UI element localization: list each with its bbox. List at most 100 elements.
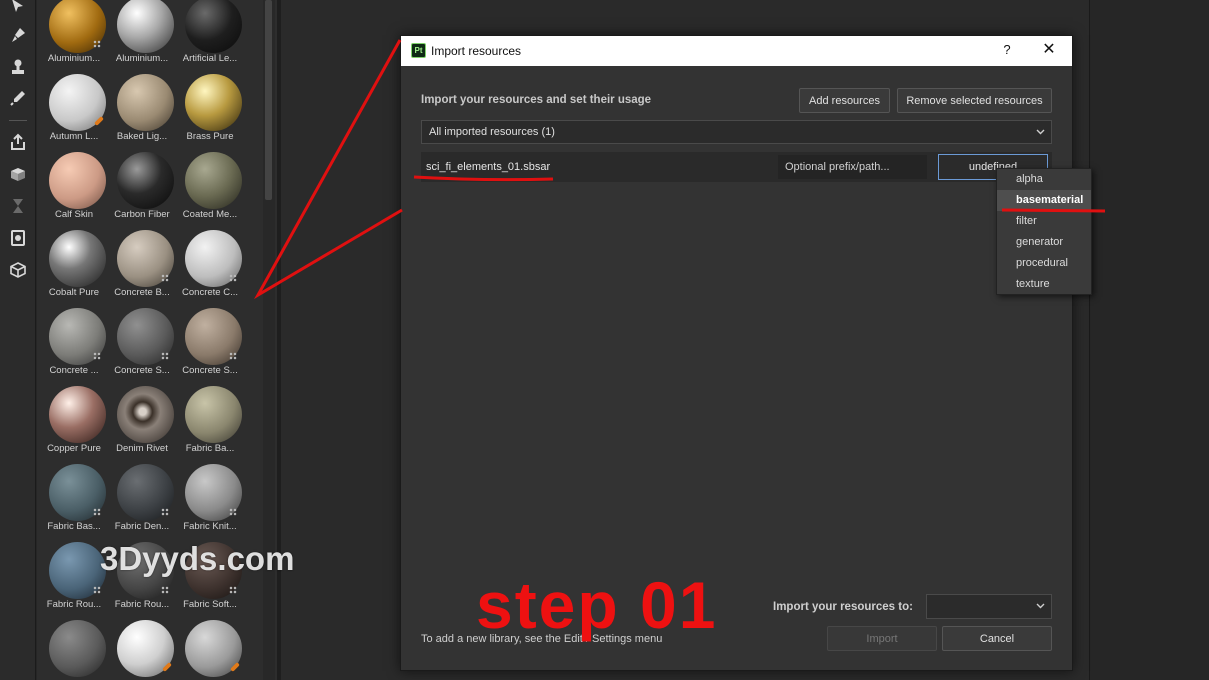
material-label: Baked Lig... bbox=[116, 131, 168, 142]
bake-icon[interactable] bbox=[6, 226, 30, 250]
material-thumbnail bbox=[49, 152, 106, 209]
material-tile[interactable] bbox=[109, 620, 175, 680]
material-tile[interactable] bbox=[177, 620, 243, 680]
substance-badge-icon bbox=[161, 274, 169, 282]
resource-list-area bbox=[421, 182, 1052, 572]
material-tile[interactable]: Copper Pure bbox=[41, 386, 107, 464]
material-label: Concrete C... bbox=[182, 287, 238, 298]
material-tile[interactable]: Aluminium... bbox=[109, 0, 175, 74]
usage-option-texture[interactable]: texture bbox=[997, 274, 1091, 295]
material-thumbnail bbox=[49, 230, 106, 287]
material-tile[interactable]: Fabric Ba... bbox=[177, 386, 243, 464]
resource-row[interactable]: sci_fi_elements_01.sbsar Optional prefix… bbox=[421, 152, 1052, 182]
material-shelf: Aluminium... Aluminium... Artificial Le...… bbox=[37, 0, 277, 680]
material-thumbnail bbox=[117, 74, 174, 131]
import-destination-label: Import your resources to: bbox=[773, 601, 913, 613]
import-button[interactable]: Import bbox=[827, 626, 937, 651]
add-resources-button[interactable]: Add resources bbox=[799, 88, 890, 113]
resource-name: sci_fi_elements_01.sbsar bbox=[426, 161, 551, 173]
resource-filter-select[interactable]: All imported resources (1) bbox=[421, 120, 1052, 144]
cancel-button[interactable]: Cancel bbox=[942, 626, 1052, 651]
material-label: Fabric Rou... bbox=[46, 599, 102, 610]
material-tile[interactable]: Concrete C... bbox=[177, 230, 243, 308]
usage-option-alpha[interactable]: alpha bbox=[997, 169, 1091, 190]
material-label: Copper Pure bbox=[47, 443, 101, 454]
material-tile[interactable]: Concrete B... bbox=[109, 230, 175, 308]
material-label: Cobalt Pure bbox=[48, 287, 100, 298]
material-tile[interactable]: Coated Me... bbox=[177, 152, 243, 230]
material-tile[interactable] bbox=[41, 620, 107, 680]
material-thumbnail bbox=[185, 152, 242, 209]
material-tile[interactable]: Cobalt Pure bbox=[41, 230, 107, 308]
paint-icon[interactable] bbox=[6, 23, 30, 47]
toolbar-separator bbox=[9, 120, 27, 121]
chevron-down-icon bbox=[1036, 603, 1045, 609]
dialog-titlebar[interactable]: Pt Import resources ? ✕ bbox=[401, 36, 1072, 66]
usage-option-filter[interactable]: filter bbox=[997, 211, 1091, 232]
material-label: Fabric Knit... bbox=[183, 521, 237, 532]
material-thumbnail bbox=[49, 386, 106, 443]
substance-badge-icon bbox=[229, 508, 237, 516]
close-button[interactable]: ✕ bbox=[1039, 41, 1059, 61]
material-tile[interactable]: Calf Skin bbox=[41, 152, 107, 230]
material-tile[interactable]: Baked Lig... bbox=[109, 74, 175, 152]
chevron-down-icon bbox=[1036, 129, 1045, 135]
material-label: Fabric Soft... bbox=[183, 599, 237, 610]
usage-dropdown-menu: alpha basematerial filter generator procedur… bbox=[996, 168, 1092, 295]
material-tile[interactable]: Fabric Den... bbox=[109, 464, 175, 542]
material-thumbnail bbox=[117, 386, 174, 443]
material-label: Concrete S... bbox=[182, 365, 238, 376]
resource-filter-value: All imported resources (1) bbox=[429, 126, 555, 138]
material-tile[interactable]: Aluminium... bbox=[41, 0, 107, 74]
material-thumbnail bbox=[117, 0, 174, 53]
material-tile[interactable]: Carbon Fiber bbox=[109, 152, 175, 230]
substance-badge-icon bbox=[93, 586, 101, 594]
material-tile[interactable]: Fabric Knit... bbox=[177, 464, 243, 542]
cube-icon[interactable] bbox=[6, 258, 30, 282]
dialog-title: Import resources bbox=[431, 44, 522, 58]
remove-selected-resources-button[interactable]: Remove selected resources bbox=[897, 88, 1052, 113]
substance-badge-icon bbox=[161, 352, 169, 360]
picker-icon[interactable] bbox=[6, 86, 30, 110]
clone-stamp-icon[interactable] bbox=[6, 55, 30, 79]
material-tile[interactable]: Concrete S... bbox=[177, 308, 243, 386]
material-thumbnail bbox=[185, 74, 242, 131]
import-destination-select[interactable] bbox=[926, 594, 1052, 619]
material-tile[interactable]: Concrete S... bbox=[109, 308, 175, 386]
material-thumbnail bbox=[185, 386, 242, 443]
material-label: Autumn L... bbox=[49, 131, 99, 142]
prefix-path-input[interactable]: Optional prefix/path... bbox=[778, 155, 927, 179]
material-tile[interactable]: Fabric Bas... bbox=[41, 464, 107, 542]
material-tile[interactable]: Denim Rivet bbox=[109, 386, 175, 464]
export-icon[interactable] bbox=[6, 130, 30, 154]
select-icon[interactable] bbox=[6, 0, 30, 18]
right-panel bbox=[1089, 0, 1209, 680]
material-thumbnail bbox=[117, 152, 174, 209]
material-label: Artificial Le... bbox=[182, 53, 238, 64]
material-label: Fabric Rou... bbox=[114, 599, 170, 610]
help-button[interactable]: ? bbox=[999, 42, 1015, 60]
usage-option-generator[interactable]: generator bbox=[997, 232, 1091, 253]
substance-badge-icon bbox=[93, 352, 101, 360]
material-label: Fabric Den... bbox=[114, 521, 170, 532]
shelf-scrollbar[interactable] bbox=[265, 0, 272, 200]
material-label: Concrete ... bbox=[49, 365, 99, 376]
material-thumbnail bbox=[185, 0, 242, 53]
material-tile[interactable]: Brass Pure bbox=[177, 74, 243, 152]
material-label: Concrete S... bbox=[114, 365, 170, 376]
material-tile[interactable]: Autumn L... bbox=[41, 74, 107, 152]
material-tile[interactable]: Fabric Rou... bbox=[41, 542, 107, 620]
material-label: Aluminium... bbox=[115, 53, 169, 64]
material-label: Concrete B... bbox=[114, 287, 170, 298]
usage-option-procedural[interactable]: procedural bbox=[997, 253, 1091, 274]
material-tile[interactable]: Concrete ... bbox=[41, 308, 107, 386]
usage-option-basematerial[interactable]: basematerial bbox=[997, 190, 1091, 211]
material-label: Coated Me... bbox=[182, 209, 238, 220]
material-tile[interactable]: Artificial Le... bbox=[177, 0, 243, 74]
substance-badge-icon bbox=[93, 40, 101, 48]
texture-set-icon[interactable] bbox=[6, 162, 30, 186]
material-thumbnail bbox=[49, 620, 106, 677]
substance-badge-icon bbox=[229, 586, 237, 594]
watermark-text: 3Dyyds.com bbox=[100, 540, 295, 577]
material-label: Denim Rivet bbox=[116, 443, 168, 454]
